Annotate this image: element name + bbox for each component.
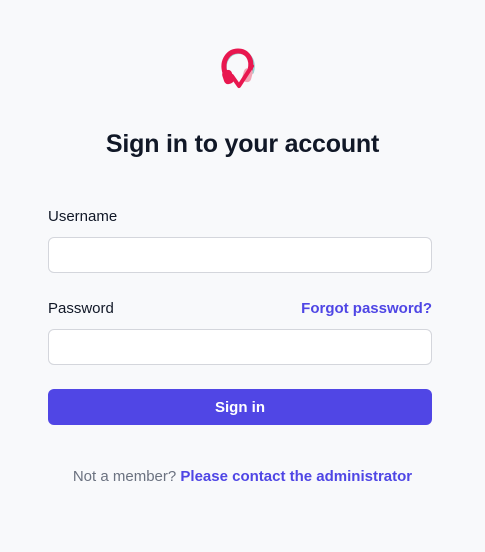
footer-text: Not a member? Please contact the adminis… [0, 468, 485, 485]
username-input[interactable] [48, 237, 432, 273]
app-logo-icon [221, 48, 255, 88]
password-label: Password [48, 300, 114, 317]
forgot-password-link[interactable]: Forgot password? [301, 300, 432, 317]
page-title: Sign in to your account [105, 130, 380, 158]
sign-in-button[interactable]: Sign in [48, 389, 432, 425]
contact-admin-link[interactable]: Please contact the administrator [180, 468, 412, 485]
username-label: Username [48, 208, 118, 225]
password-input[interactable] [48, 329, 432, 365]
footer-prompt: Not a member? [72, 468, 177, 485]
